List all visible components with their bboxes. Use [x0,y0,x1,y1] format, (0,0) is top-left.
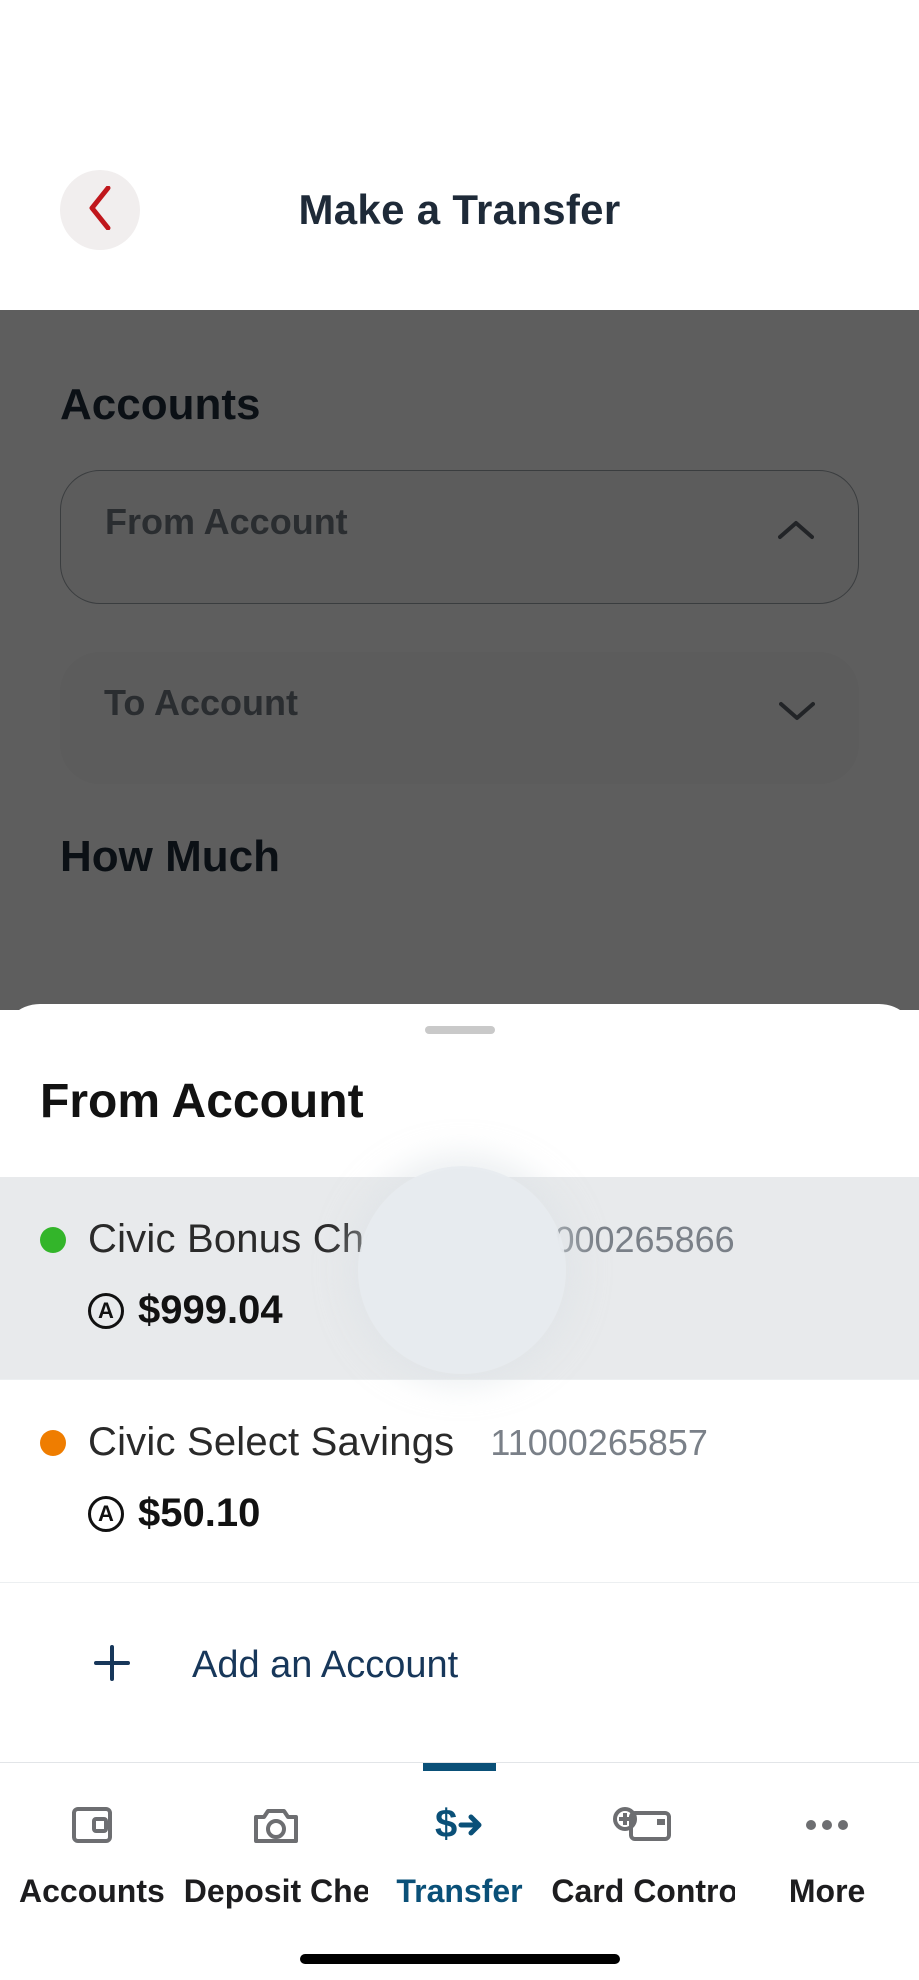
sheet-title: From Account [0,1034,919,1177]
accounts-icon [68,1799,116,1851]
tab-card-controls[interactable]: Card Controls [551,1763,735,1980]
account-balance: $50.10 [138,1491,260,1536]
add-account-button[interactable]: Add an Account [0,1583,919,1748]
account-name: Civic Select Savings [88,1420,454,1465]
card-controls-icon [613,1799,673,1851]
page-title: Make a Transfer [0,186,919,234]
account-number: 11000265857 [490,1422,708,1464]
plus-icon [92,1643,132,1688]
transfer-icon: $ [431,1799,487,1851]
account-list: Civic Bonus Checking 11000265866 A $999.… [0,1177,919,1583]
account-option[interactable]: Civic Select Savings 11000265857 A $50.1… [0,1380,919,1583]
tab-transfer[interactable]: $ Transfer [368,1763,552,1980]
status-dot-icon [40,1227,66,1253]
home-indicator [300,1954,620,1964]
tab-deposit-check[interactable]: Deposit Check [184,1763,368,1980]
tab-bar: Accounts Deposit Check $ Transfer Card C… [0,1762,919,1980]
tab-label: Deposit Check [184,1873,368,1910]
status-dot-icon [40,1430,66,1456]
camera-icon [250,1799,302,1851]
available-icon: A [88,1293,124,1329]
tab-label: More [789,1873,865,1910]
add-account-label: Add an Account [192,1644,458,1687]
header: Make a Transfer [0,0,919,310]
sheet-grabber[interactable] [425,1026,495,1034]
tab-label: Transfer [396,1873,522,1910]
account-name: Civic Bonus Checking [88,1217,481,1262]
available-icon: A [88,1496,124,1532]
account-balance: $999.04 [138,1288,283,1333]
more-icon [801,1799,853,1851]
modal-backdrop[interactable] [0,310,919,1010]
tab-label: Accounts [19,1873,165,1910]
account-number: 11000265866 [517,1219,735,1261]
svg-text:$: $ [435,1802,457,1846]
tab-accounts[interactable]: Accounts [0,1763,184,1980]
tab-label: Card Controls [551,1873,735,1910]
account-option[interactable]: Civic Bonus Checking 11000265866 A $999.… [0,1177,919,1380]
tab-more[interactable]: More [735,1763,919,1980]
